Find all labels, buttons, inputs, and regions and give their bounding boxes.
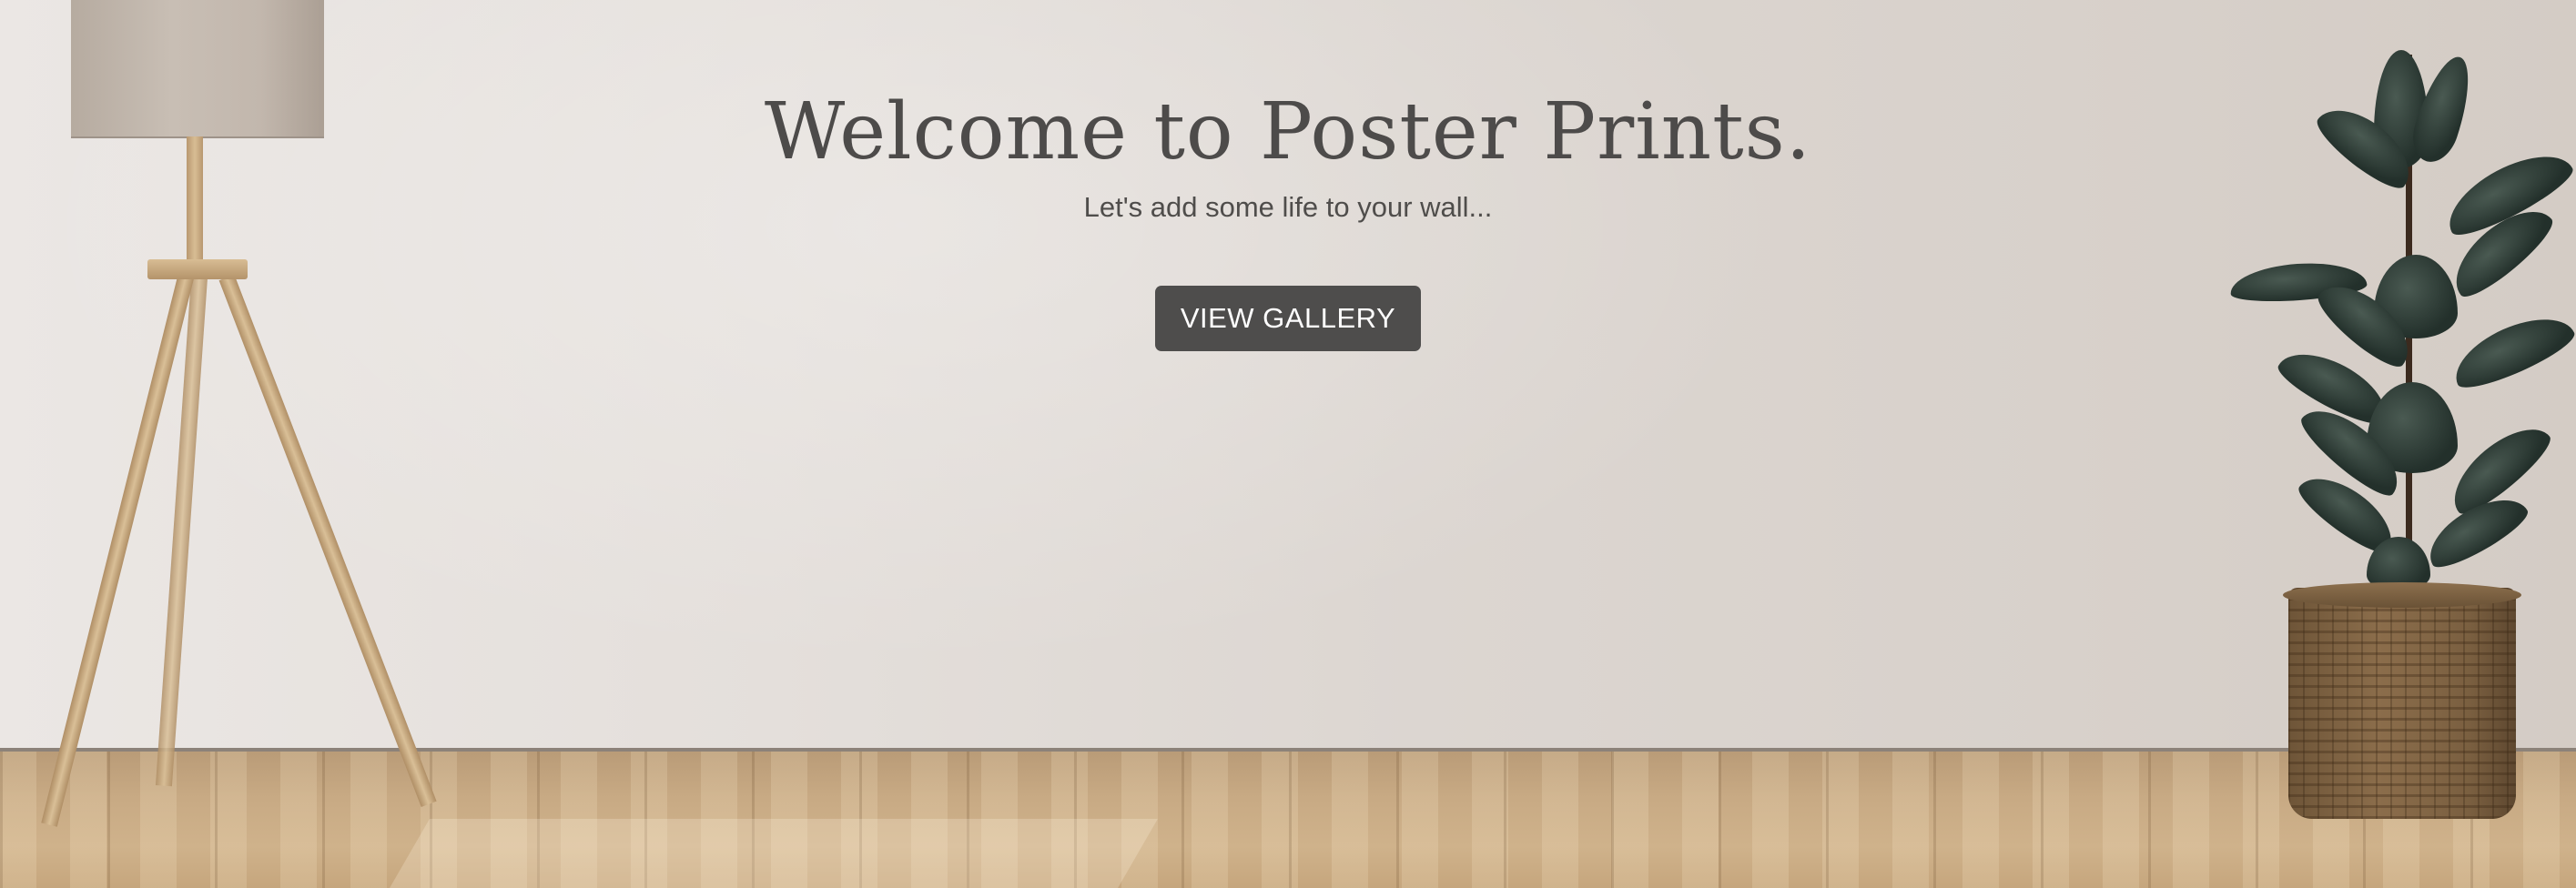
page-subtitle: Let's add some life to your wall... xyxy=(1083,191,1493,223)
view-gallery-button[interactable]: VIEW GALLERY xyxy=(1154,286,1422,351)
wood-floor-background xyxy=(0,750,2576,888)
page-title: Welcome to Poster Prints. xyxy=(764,86,1812,177)
wicker-basket-rim xyxy=(2283,582,2521,608)
hero-banner: Welcome to Poster Prints. Let's add some… xyxy=(0,0,2576,888)
wicker-basket-pot xyxy=(2288,588,2516,819)
floor-sunlight xyxy=(390,819,1158,888)
hero-content: Welcome to Poster Prints. Let's add some… xyxy=(0,82,2576,351)
baseboard-line xyxy=(0,748,2576,752)
